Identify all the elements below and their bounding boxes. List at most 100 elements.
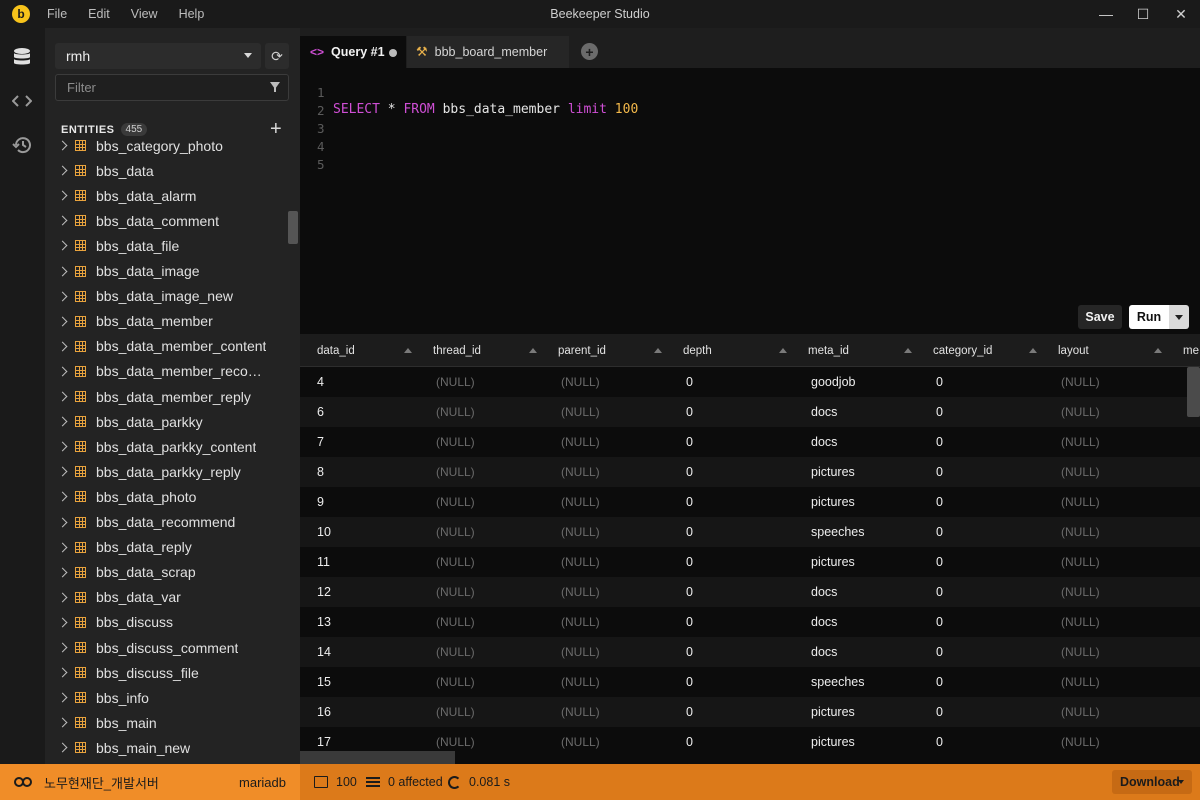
chevron-right-icon[interactable] (57, 491, 68, 502)
sort-icon[interactable] (404, 348, 412, 353)
chevron-right-icon[interactable] (57, 567, 68, 578)
table-cell[interactable]: (NULL) (1061, 517, 1100, 547)
table-cell[interactable]: speeches (811, 667, 865, 697)
chevron-right-icon[interactable] (57, 416, 68, 427)
table-cell[interactable]: 0 (936, 397, 943, 427)
table-cell[interactable]: goodjob (811, 367, 856, 397)
table-cell[interactable]: 0 (936, 577, 943, 607)
table-cell[interactable]: (NULL) (1061, 487, 1100, 517)
chevron-right-icon[interactable] (57, 366, 68, 377)
entity-item[interactable]: bbs_data_scrap (45, 560, 288, 585)
menu-file[interactable]: File (47, 7, 67, 21)
entity-item[interactable]: bbs_data_photo (45, 484, 288, 509)
run-options-chevron-icon[interactable] (1169, 305, 1189, 329)
table-cell[interactable]: (NULL) (1061, 637, 1100, 667)
table-cell[interactable]: pictures (811, 547, 855, 577)
sidebar-scrollbar[interactable] (288, 211, 298, 244)
table-cell[interactable]: pictures (811, 727, 855, 757)
table-row[interactable]: 11 (NULL) (NULL) 0 pictures 0 (NULL) (300, 547, 1200, 577)
chevron-right-icon[interactable] (57, 391, 68, 402)
entity-item[interactable]: bbs_discuss_file (45, 660, 288, 685)
table-cell[interactable]: (NULL) (436, 457, 475, 487)
table-row[interactable]: 8 (NULL) (NULL) 0 pictures 0 (NULL) (300, 457, 1200, 487)
sql-query[interactable]: SELECT * FROM bbs_data_member limit 100 (333, 102, 638, 117)
unsaved-dot-icon[interactable] (389, 49, 397, 57)
entity-item[interactable]: bbs_data_comment (45, 208, 288, 233)
entity-item[interactable]: bbs_discuss_comment (45, 635, 288, 660)
run-button[interactable]: Run (1129, 305, 1169, 329)
table-cell[interactable]: 0 (686, 667, 693, 697)
table-cell[interactable]: 0 (936, 457, 943, 487)
table-cell[interactable]: (NULL) (1061, 397, 1100, 427)
table-cell[interactable]: 4 (317, 367, 324, 397)
table-row[interactable]: 9 (NULL) (NULL) 0 pictures 0 (NULL) (300, 487, 1200, 517)
table-cell[interactable]: (NULL) (561, 457, 600, 487)
chevron-right-icon[interactable] (57, 190, 68, 201)
table-cell[interactable]: docs (811, 397, 837, 427)
table-cell[interactable]: 0 (686, 457, 693, 487)
table-cell[interactable]: (NULL) (1061, 577, 1100, 607)
entity-item[interactable]: bbs_data_parkky_reply (45, 459, 288, 484)
entity-item[interactable]: bbs_data_image_new (45, 284, 288, 309)
query-editor[interactable]: 1 2 3 4 5 SELECT * FROM bbs_data_member … (300, 68, 1200, 334)
chevron-right-icon[interactable] (57, 592, 68, 603)
table-cell[interactable]: (NULL) (436, 607, 475, 637)
entity-item[interactable]: bbs_data_file (45, 233, 288, 258)
table-cell[interactable]: (NULL) (561, 637, 600, 667)
table-cell[interactable]: (NULL) (561, 577, 600, 607)
table-cell[interactable]: (NULL) (561, 367, 600, 397)
chevron-right-icon[interactable] (57, 742, 68, 753)
refresh-button[interactable]: ⟳ (265, 43, 289, 69)
column-header[interactable]: layout (1058, 334, 1089, 367)
table-cell[interactable]: (NULL) (561, 487, 600, 517)
maximize-icon[interactable]: ☐ (1124, 0, 1162, 28)
table-cell[interactable]: (NULL) (561, 727, 600, 757)
table-cell[interactable]: (NULL) (1061, 697, 1100, 727)
menu-edit[interactable]: Edit (88, 7, 110, 21)
entity-item[interactable]: bbs_main (45, 710, 288, 735)
results-vertical-scrollbar[interactable] (1187, 367, 1200, 417)
table-row[interactable]: 15 (NULL) (NULL) 0 speeches 0 (NULL) (300, 667, 1200, 697)
table-cell[interactable]: (NULL) (561, 667, 600, 697)
sort-icon[interactable] (1029, 348, 1037, 353)
menu-view[interactable]: View (131, 7, 158, 21)
table-cell[interactable]: 8 (317, 457, 324, 487)
table-cell[interactable]: 6 (317, 397, 324, 427)
table-row[interactable]: 13 (NULL) (NULL) 0 docs 0 (NULL) (300, 607, 1200, 637)
table-row[interactable]: 6 (NULL) (NULL) 0 docs 0 (NULL) (300, 397, 1200, 427)
chevron-right-icon[interactable] (57, 617, 68, 628)
table-row[interactable]: 7 (NULL) (NULL) 0 docs 0 (NULL) (300, 427, 1200, 457)
table-cell[interactable]: pictures (811, 697, 855, 727)
table-cell[interactable]: 0 (686, 697, 693, 727)
results-horizontal-scrollbar[interactable] (300, 751, 455, 764)
column-header[interactable]: depth (683, 334, 712, 367)
table-cell[interactable]: 0 (936, 517, 943, 547)
table-cell[interactable]: 7 (317, 427, 324, 457)
history-icon[interactable] (11, 134, 33, 156)
table-cell[interactable]: (NULL) (1061, 547, 1100, 577)
chevron-right-icon[interactable] (57, 517, 68, 527)
chevron-right-icon[interactable] (57, 717, 68, 728)
column-header[interactable]: thread_id (433, 334, 481, 367)
table-cell[interactable]: (NULL) (561, 547, 600, 577)
table-cell[interactable]: 0 (686, 367, 693, 397)
table-cell[interactable]: 14 (317, 637, 331, 667)
table-cell[interactable]: (NULL) (436, 517, 475, 547)
table-cell[interactable]: 0 (936, 607, 943, 637)
tab-query-1[interactable]: <> Query #1 (300, 36, 406, 68)
table-cell[interactable]: 9 (317, 487, 324, 517)
table-cell[interactable]: docs (811, 607, 837, 637)
table-cell[interactable]: 0 (686, 517, 693, 547)
sort-icon[interactable] (654, 348, 662, 353)
table-cell[interactable]: 0 (936, 367, 943, 397)
table-cell[interactable]: 0 (686, 547, 693, 577)
connection-select[interactable]: rmh (55, 43, 261, 69)
entity-item[interactable]: bbs_data_member_content (45, 334, 288, 359)
table-cell[interactable]: docs (811, 637, 837, 667)
chevron-right-icon[interactable] (57, 667, 68, 678)
close-icon[interactable]: ✕ (1162, 0, 1200, 28)
column-header[interactable]: meta_id (808, 334, 849, 367)
sort-icon[interactable] (779, 348, 787, 353)
connection-status[interactable]: 노무현재단_개발서버 mariadb (0, 764, 300, 800)
table-cell[interactable]: (NULL) (436, 697, 475, 727)
